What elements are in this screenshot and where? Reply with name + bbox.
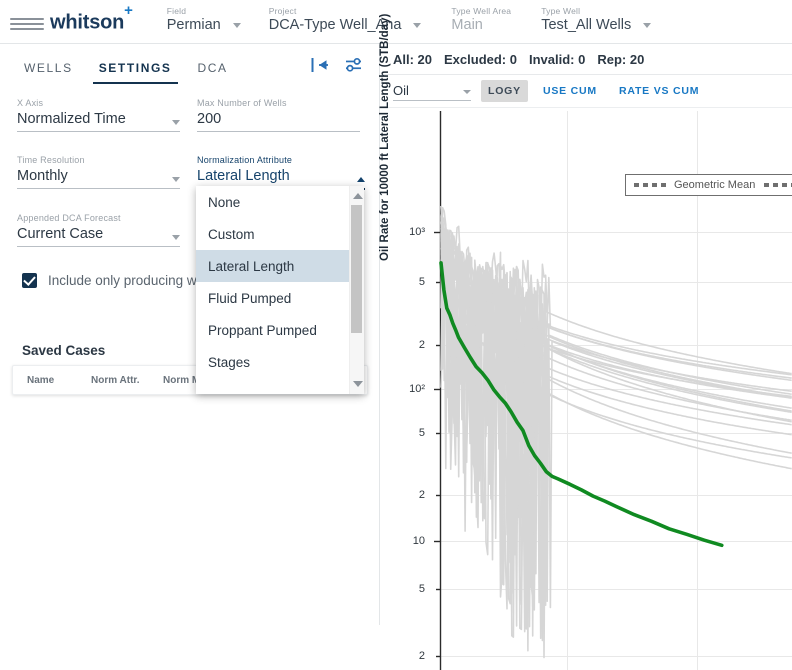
- field-normalization-attribute[interactable]: Normalization Attribute Lateral Length: [197, 154, 365, 190]
- use-cum-button[interactable]: USE CUM: [536, 80, 604, 102]
- header-field-type-well-label: Type Well: [541, 6, 581, 16]
- dropdown-option-lateral-length[interactable]: Lateral Length: [196, 250, 364, 282]
- normalization-attribute-dropdown[interactable]: None Custom Lateral Length Fluid Pumped …: [196, 186, 364, 394]
- chevron-down-icon[interactable]: [463, 89, 471, 94]
- header-field-field-label: Field: [166, 6, 187, 16]
- rate-vs-cum-button[interactable]: RATE VS CUM: [612, 80, 706, 102]
- tab-wells[interactable]: WELLS: [22, 51, 75, 84]
- use-cum-button-label: USE CUM: [542, 85, 597, 97]
- include-producing-wells-checkbox[interactable]: [22, 273, 37, 288]
- dropdown-option-fluid-pumped[interactable]: Fluid Pumped: [196, 282, 364, 314]
- scroll-up-arrow-icon[interactable]: [350, 188, 364, 203]
- field-max-number-of-wells[interactable]: Max Number of Wells 200: [197, 97, 360, 132]
- tab-wells-label: WELLS: [24, 60, 73, 75]
- field-max-number-of-wells-value: 200: [197, 111, 222, 127]
- saved-cases-col-norm-attr: Norm Attr.: [91, 374, 140, 386]
- logy-button[interactable]: LOGY: [481, 80, 528, 102]
- status-all: All: 20: [393, 52, 433, 67]
- panel-tabs: WELLS SETTINGS DCA: [0, 45, 380, 89]
- status-invalid: Invalid: 0: [528, 52, 586, 67]
- chart-legend: Geometric Mean A: [625, 174, 792, 196]
- header-field-project-label: Project: [268, 6, 297, 16]
- tab-dca[interactable]: DCA: [196, 51, 230, 84]
- status-excluded: Excluded: 0: [444, 52, 517, 67]
- well-status-bar: All: 20 Excluded: 0 Invalid: 0 Rep: 20: [381, 45, 792, 75]
- phase-select-value: Oil: [393, 82, 409, 98]
- decline-curve-plot[interactable]: Geometric Mean A Oil Rate for 10000 ft L…: [379, 14, 792, 670]
- dropdown-option-proppant-pumped-label: Proppant Pumped: [208, 322, 317, 338]
- field-normalization-attribute-value: Lateral Length: [197, 168, 290, 184]
- field-x-axis-value: Normalized Time: [17, 111, 126, 127]
- tab-dca-label: DCA: [197, 60, 228, 75]
- dropdown-option-none[interactable]: None: [196, 186, 364, 218]
- field-time-resolution-value: Monthly: [17, 168, 68, 184]
- logy-button-label: LOGY: [488, 85, 521, 97]
- saved-cases-col-name: Name: [27, 374, 55, 386]
- dropdown-option-lateral-length-label: Lateral Length: [208, 258, 295, 274]
- field-appended-dca-forecast-label: Appended DCA Forecast: [17, 213, 121, 223]
- chevron-down-icon[interactable]: [172, 235, 180, 240]
- field-x-axis-label: X Axis: [17, 98, 44, 108]
- field-normalization-attribute-label: Normalization Attribute: [197, 155, 293, 165]
- legend-swatch-geometric-mean: [634, 183, 668, 187]
- dropdown-option-stages-label: Stages: [208, 354, 251, 370]
- scroll-down-arrow-icon[interactable]: [350, 376, 364, 391]
- dropdown-option-stages[interactable]: Stages: [196, 346, 364, 378]
- chart-controls: Oil LOGY USE CUM RATE VS CUM: [381, 75, 792, 108]
- chevron-down-icon[interactable]: [413, 23, 422, 28]
- collapse-panel-icon[interactable]: [310, 56, 330, 79]
- dropdown-option-custom[interactable]: Custom: [196, 218, 364, 250]
- hamburger-menu-icon[interactable]: [10, 15, 44, 33]
- legend-label-geometric-mean: Geometric Mean: [674, 179, 756, 191]
- chevron-down-icon[interactable]: [172, 120, 180, 125]
- field-max-number-of-wells-label: Max Number of Wells: [197, 98, 287, 108]
- saved-cases-title: Saved Cases: [22, 343, 106, 358]
- field-time-resolution[interactable]: Time Resolution Monthly: [17, 154, 180, 190]
- dropdown-option-proppant-pumped[interactable]: Proppant Pumped: [196, 314, 364, 346]
- phase-select[interactable]: Oil: [393, 82, 471, 101]
- tab-settings-label: SETTINGS: [98, 60, 172, 75]
- rate-vs-cum-button-label: RATE VS CUM: [618, 85, 700, 97]
- dropdown-option-fluid-pumped-label: Fluid Pumped: [208, 290, 292, 306]
- chevron-down-icon[interactable]: [232, 23, 241, 28]
- header-field-type-well-area-label: Type Well Area: [451, 6, 512, 16]
- header-field-project[interactable]: Project DCA-Type Well_Ana: [269, 6, 422, 35]
- dropdown-option-custom-label: Custom: [208, 226, 255, 242]
- header-field-field-value: Permian: [166, 17, 221, 33]
- header-field-type-well-area-value: Main: [451, 17, 483, 33]
- field-time-resolution-label: Time Resolution: [17, 155, 85, 165]
- header-field-field[interactable]: Field Permian: [167, 6, 241, 35]
- header-field-type-well-area: Type Well Area Main: [451, 6, 511, 35]
- field-appended-dca-forecast[interactable]: Appended DCA Forecast Current Case: [17, 212, 180, 247]
- tune-settings-icon[interactable]: [344, 56, 364, 79]
- field-x-axis[interactable]: X Axis Normalized Time: [17, 97, 180, 132]
- tab-settings[interactable]: SETTINGS: [92, 51, 178, 84]
- chevron-down-icon[interactable]: [643, 23, 652, 28]
- chart-panel: All: 20 Excluded: 0 Invalid: 0 Rep: 20 O…: [379, 14, 792, 670]
- header-field-type-well-value: Test_All Wells: [541, 17, 632, 33]
- header-field-type-well[interactable]: Type Well Test_All Wells: [541, 6, 652, 35]
- dropdown-option-none-label: None: [208, 194, 241, 210]
- chevron-up-icon[interactable]: [357, 177, 365, 182]
- dropdown-scrollbar[interactable]: [349, 186, 364, 394]
- brand-name: whitson: [50, 12, 125, 34]
- app-header: whitson+ Field Permian Project DCA-Type …: [0, 0, 792, 44]
- chevron-down-icon[interactable]: [172, 177, 180, 182]
- legend-swatch-second: [764, 183, 792, 187]
- scrollbar-thumb[interactable]: [351, 205, 362, 333]
- brand-plus: +: [124, 2, 133, 20]
- brand-logo: whitson+: [50, 2, 133, 35]
- field-appended-dca-forecast-value: Current Case: [17, 226, 104, 242]
- status-rep: Rep: 20: [597, 52, 645, 67]
